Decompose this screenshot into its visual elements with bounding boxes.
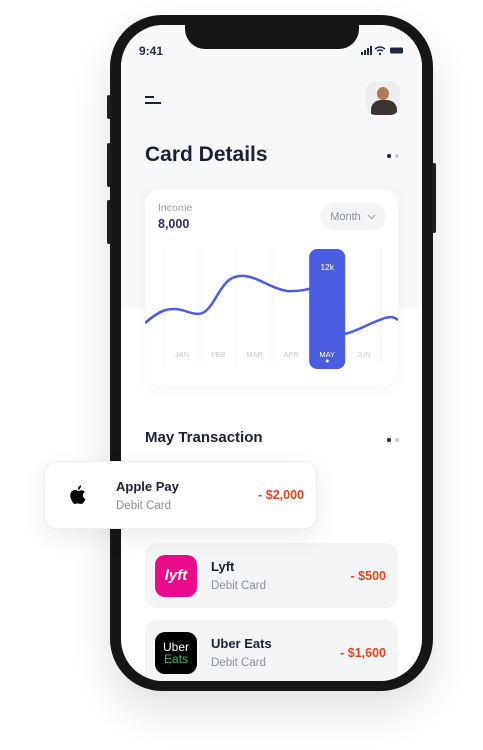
income-chart: JAN FEB MAR APR 12k MAY JUN <box>145 248 398 369</box>
transaction-sub: Debit Card <box>116 499 171 512</box>
menu-button[interactable] <box>145 96 161 104</box>
transaction-item[interactable]: Uber Eats Uber Eats Debit Card - $1,600 <box>145 620 398 681</box>
mute-switch <box>107 95 111 119</box>
x-tick-label: MAY <box>319 350 335 359</box>
status-icons <box>361 46 403 56</box>
more-dots-icon[interactable] <box>387 154 399 158</box>
x-tick-label: MAR <box>246 350 263 359</box>
status-time: 9:41 <box>139 44 164 58</box>
avatar[interactable] <box>366 81 400 115</box>
x-tick-label: JUN <box>356 350 371 359</box>
transaction-amount: - $2,000 <box>258 488 304 502</box>
page-title: Card Details <box>145 143 268 166</box>
transaction-amount: - $500 <box>350 568 386 583</box>
x-tick-label: APR <box>283 350 299 359</box>
section-title: May Transaction <box>145 429 263 446</box>
signal-icon <box>361 46 372 55</box>
screen: 9:41 Card Details Income 8,000 Month JAN… <box>121 25 422 681</box>
volume-up-button <box>107 143 111 187</box>
transaction-item[interactable]: lyft Lyft Debit Card - $500 <box>145 543 398 608</box>
apple-icon <box>70 485 86 504</box>
income-chart-card: Income 8,000 Month JAN FEB MAR APR 12k MAY JUN <box>145 190 398 385</box>
wifi-icon <box>374 46 386 52</box>
power-button <box>432 163 436 233</box>
transaction-item-featured[interactable]: Apple Pay Debit Card - $2,000 <box>44 461 317 529</box>
x-tick-label: JAN <box>175 350 189 359</box>
transaction-name: Uber Eats <box>211 636 272 651</box>
highlight-dot <box>325 359 329 363</box>
x-tick-label: FEB <box>211 350 226 359</box>
transaction-amount: - $1,600 <box>340 645 386 660</box>
section-more-dots-icon[interactable] <box>387 438 399 442</box>
battery-icon <box>390 47 403 54</box>
transaction-name: Apple Pay <box>116 478 179 494</box>
transaction-sub: Debit Card <box>211 657 266 669</box>
volume-down-button <box>107 200 111 244</box>
transaction-sub: Debit Card <box>211 580 266 592</box>
notch <box>185 25 359 49</box>
phone-frame: 9:41 Card Details Income 8,000 Month JAN… <box>107 15 436 691</box>
lyft-logo: lyft <box>155 554 197 597</box>
transaction-name: Lyft <box>211 559 235 574</box>
highlight-label: 12k <box>320 262 334 272</box>
uber-eats-logo: Uber Eats <box>155 631 197 674</box>
